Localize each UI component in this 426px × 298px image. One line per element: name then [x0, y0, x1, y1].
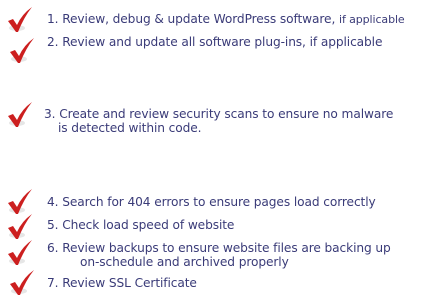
check-icon	[6, 36, 36, 66]
item-text: Create and review security scans to ensu…	[59, 107, 394, 121]
item-text: Check load speed of website	[62, 218, 235, 232]
list-item: 4. Search for 404 errors to ensure pages…	[47, 195, 376, 209]
item-number: 5.	[47, 218, 59, 232]
item-suffix: if applicable	[339, 13, 405, 26]
item-number: 7.	[47, 276, 59, 290]
item-number: 6.	[47, 241, 59, 255]
list-item: 1. Review, debug & update WordPress soft…	[47, 12, 405, 27]
item-number: 3.	[44, 107, 56, 121]
list-item: 2. Review and update all software plug-i…	[47, 35, 382, 49]
item-text: Search for 404 errors to ensure pages lo…	[62, 195, 376, 209]
item-text: Review, debug & update WordPress softwar…	[62, 12, 336, 26]
item-text: Review and update all software plug-ins,…	[62, 35, 383, 49]
check-icon	[4, 5, 34, 35]
item-number: 2.	[47, 35, 59, 49]
item-number: 4.	[47, 195, 59, 209]
list-item: 3. Create and review security scans to e…	[44, 107, 393, 135]
item-number: 1.	[47, 12, 59, 26]
list-item: 7. Review SSL Certificate	[47, 276, 197, 290]
check-icon	[4, 238, 34, 268]
item-text: Review SSL Certificate	[62, 276, 197, 290]
item-text: Review backups to ensure website files a…	[62, 241, 391, 255]
check-icon	[6, 268, 36, 298]
item-text-continued: is detected within code.	[58, 121, 202, 135]
check-icon	[4, 100, 34, 130]
item-text-continued: on-schedule and archived properly	[80, 255, 289, 269]
list-item: 6. Review backups to ensure website file…	[47, 241, 391, 269]
list-item: 5. Check load speed of website	[47, 218, 234, 232]
